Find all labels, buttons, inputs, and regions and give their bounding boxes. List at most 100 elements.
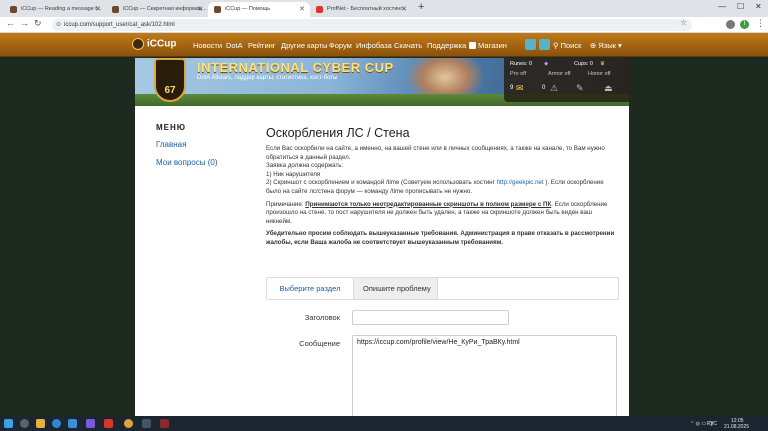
close-tab-icon[interactable]: ✕ bbox=[401, 2, 407, 17]
language-selector[interactable]: ⊕ Язык ▾ bbox=[590, 41, 622, 50]
nav-link-other-maps[interactable]: Другие карты bbox=[281, 41, 328, 50]
minimize-icon[interactable]: — bbox=[718, 2, 726, 11]
search-button[interactable]: ⚲ Поиск bbox=[553, 41, 581, 50]
tab-title: iCCup — Секретная информац... bbox=[123, 6, 207, 12]
browser-tabbar: iCCup — Reading a message f... ✕ iCCup —… bbox=[0, 0, 768, 17]
site-nav: iCCup Новости DotA Рейтинг Другие карты … bbox=[0, 33, 768, 57]
tab-title: iCCup — Помощь bbox=[225, 6, 271, 12]
requirement-2: 2) Скриншот с оскорблением и командой /t… bbox=[266, 179, 604, 195]
tools-icon[interactable]: ✎ bbox=[576, 83, 584, 94]
nav-link-dota[interactable]: DotA bbox=[226, 41, 243, 50]
site-info-icon[interactable]: ⊙ bbox=[56, 19, 61, 31]
main-panel: МЕНЮ Главная Мои вопросы (0) Оскорбления… bbox=[135, 106, 629, 416]
intro-text: Если Вас оскорбили на сайте, а именно, н… bbox=[266, 145, 605, 161]
bookmark-star-icon[interactable]: ☆ bbox=[680, 18, 687, 27]
subject-label: Заголовок bbox=[304, 313, 340, 322]
honor-status[interactable]: Honor off bbox=[588, 71, 611, 77]
tab-select-section[interactable]: Выберите раздел bbox=[267, 278, 353, 299]
address-bar: ← → ↻ ⊙ iccup.com/support_user/cat_ask/1… bbox=[0, 17, 768, 33]
banner: 67 INTERNATIONAL CYBER CUP DotA Allstars… bbox=[135, 58, 629, 106]
extensions-icon[interactable] bbox=[726, 20, 735, 29]
forward-icon[interactable]: → bbox=[20, 18, 29, 28]
logout-icon[interactable]: ⏏ bbox=[604, 83, 613, 94]
taskbar-app-icon[interactable] bbox=[142, 419, 151, 428]
requirement-1: 1) Ник нарушителя bbox=[266, 170, 321, 178]
sidebar-link-home[interactable]: Главная bbox=[156, 140, 251, 149]
nav-link-shop[interactable]: Магазин bbox=[469, 41, 507, 50]
requirements-heading: Заявка должна содержать: bbox=[266, 162, 344, 170]
sidebar-title: МЕНЮ bbox=[156, 123, 187, 132]
close-window-icon[interactable]: ✕ bbox=[755, 2, 762, 11]
cups-counter[interactable]: Cups: 0 bbox=[574, 61, 593, 67]
taskbar-app-icon[interactable] bbox=[160, 419, 169, 428]
profile-avatar[interactable]: I bbox=[740, 20, 749, 29]
browser-menu-icon[interactable]: ⋮ bbox=[756, 18, 765, 29]
browser-tab[interactable]: ProfNet - Бесплатный хостинг... ✕ bbox=[310, 2, 412, 17]
mail-app-icon[interactable] bbox=[68, 419, 77, 428]
search-icon[interactable] bbox=[20, 419, 29, 428]
level-number: 67 bbox=[164, 85, 176, 96]
browser-tab[interactable]: iCCup — Секретная информац... ✕ bbox=[106, 2, 208, 17]
nav-link-news[interactable]: Новости bbox=[193, 41, 222, 50]
telegram-icon[interactable] bbox=[52, 419, 61, 428]
message-label: Сообщение bbox=[299, 339, 340, 348]
browser-tab-active[interactable]: iCCup — Помощь ✕ bbox=[208, 2, 310, 17]
tab-describe-problem[interactable]: Опишите проблему bbox=[353, 278, 438, 299]
form-tabs: Выберите раздел Опишите проблему bbox=[266, 277, 619, 300]
maximize-icon[interactable]: ☐ bbox=[737, 2, 744, 11]
nav-link-download[interactable]: Скачать bbox=[394, 41, 422, 50]
warning-icon[interactable]: ⚠ bbox=[550, 83, 558, 94]
browser-tab[interactable]: iCCup — Reading a message f... ✕ bbox=[4, 2, 106, 17]
app-icon[interactable] bbox=[104, 419, 113, 428]
shop-icon bbox=[469, 42, 476, 49]
close-tab-icon[interactable]: ✕ bbox=[95, 2, 101, 17]
content-area: Оскорбления ЛС / Стена Если Вас оскорбил… bbox=[266, 126, 619, 248]
start-icon[interactable] bbox=[4, 419, 13, 428]
nav-link-rating[interactable]: Рейтинг bbox=[248, 41, 276, 50]
nav-link-support[interactable]: Поддержка bbox=[427, 41, 466, 50]
alert-count: 0 bbox=[542, 85, 546, 91]
keyboard-language[interactable]: РУС bbox=[707, 421, 717, 427]
sidebar-link-my-questions[interactable]: Мои вопросы (0) bbox=[156, 158, 251, 167]
mail-icon[interactable]: ✉ bbox=[516, 83, 524, 94]
favicon-icon bbox=[10, 6, 17, 13]
chrome-icon[interactable] bbox=[124, 419, 133, 428]
runes-counter[interactable]: Runes: 0 bbox=[510, 61, 532, 67]
page-title: Оскорбления ЛС / Стена bbox=[266, 126, 410, 140]
favicon-icon bbox=[112, 6, 119, 13]
geekpic-link[interactable]: http://geekpic.net bbox=[497, 179, 544, 186]
cup-icon: ♛ bbox=[600, 61, 605, 67]
new-tab-button[interactable]: + bbox=[418, 1, 424, 13]
sidebar-menu: МЕНЮ Главная Мои вопросы (0) bbox=[156, 123, 251, 167]
message-textarea[interactable]: https://iccup.com/profile/view/Не_КуРи_Т… bbox=[352, 335, 617, 416]
rune-icon: ◆ bbox=[544, 61, 549, 67]
warning-text: Убедительно просим соблюдать вышеуказанн… bbox=[266, 230, 615, 246]
favicon-icon bbox=[316, 6, 323, 13]
nav-link-forum[interactable]: Форум bbox=[329, 41, 352, 50]
discord-icon[interactable] bbox=[86, 419, 95, 428]
reload-icon[interactable]: ↻ bbox=[34, 18, 42, 29]
account-icon[interactable] bbox=[539, 39, 550, 50]
nav-link-infobase[interactable]: Инфобаза bbox=[356, 41, 392, 50]
armor-status[interactable]: Armor off bbox=[548, 71, 571, 77]
url-field[interactable]: ⊙ iccup.com/support_user/cat_ask/102.htm… bbox=[52, 19, 692, 31]
file-explorer-icon[interactable] bbox=[36, 419, 45, 428]
user-stats-panel: Runes: 0 ◆ Cups: 0 ♛ Pro off Armor off H… bbox=[504, 58, 629, 102]
note-text: Примечание: Принимаются только неотредак… bbox=[266, 200, 608, 225]
close-tab-icon[interactable]: ✕ bbox=[299, 2, 305, 17]
tab-title: ProfNet - Бесплатный хостинг... bbox=[327, 6, 407, 12]
taskbar: ⌃ ◎ ▭ ◁) РУС 12:05 21.08.2025 bbox=[0, 416, 768, 431]
level-emblem[interactable]: 67 bbox=[154, 58, 186, 102]
pro-status[interactable]: Pro off bbox=[510, 71, 526, 77]
tab-title: iCCup — Reading a message f... bbox=[21, 6, 102, 12]
subject-input[interactable] bbox=[352, 310, 509, 325]
site-logo[interactable]: iCCup bbox=[132, 38, 176, 50]
back-icon[interactable]: ← bbox=[6, 18, 15, 28]
clock-date[interactable]: 21.08.2025 bbox=[724, 424, 749, 430]
notification-icon[interactable] bbox=[525, 39, 536, 50]
banner-subtitle: DotA Allstars, ладдер карты, статистика,… bbox=[197, 75, 338, 81]
url-text: iccup.com/support_user/cat_ask/102.html bbox=[64, 22, 175, 28]
close-tab-icon[interactable]: ✕ bbox=[197, 2, 203, 17]
logo-icon bbox=[132, 38, 144, 50]
banner-title: INTERNATIONAL CYBER CUP bbox=[197, 60, 394, 75]
